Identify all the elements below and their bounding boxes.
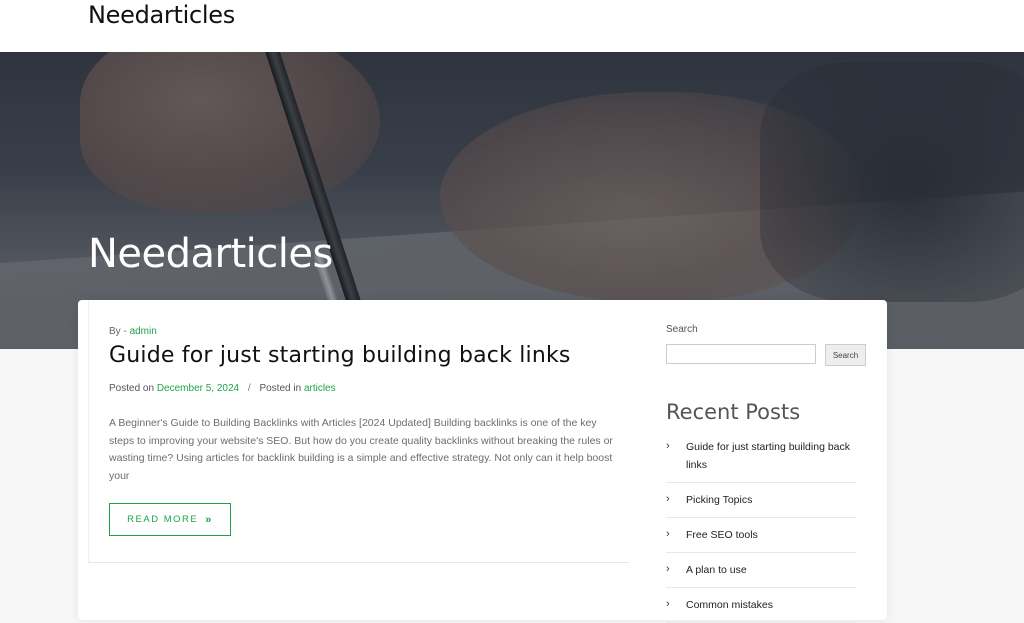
posted-on-label: Posted on bbox=[109, 383, 155, 394]
meta-separator: / bbox=[247, 383, 251, 394]
recent-post-link[interactable]: A plan to use bbox=[686, 561, 747, 579]
category-link[interactable]: articles bbox=[304, 383, 336, 394]
recent-post-link[interactable]: Guide for just starting building back li… bbox=[686, 438, 856, 474]
recent-post-link[interactable]: Picking Topics bbox=[686, 491, 752, 509]
chevron-right-icon: › bbox=[666, 598, 670, 610]
chevron-right-icon: › bbox=[666, 563, 670, 575]
post-entry: By - admin Guide for just starting build… bbox=[88, 300, 629, 563]
post-meta: Posted on December 5, 2024 / Posted in a… bbox=[109, 383, 336, 394]
recent-post-link[interactable]: Common mistakes bbox=[686, 596, 773, 614]
read-more-label: READ MORE bbox=[127, 514, 199, 525]
site-title[interactable]: Needarticles bbox=[88, 0, 235, 30]
chevron-right-icon: › bbox=[666, 528, 670, 540]
post-title[interactable]: Guide for just starting building back li… bbox=[109, 340, 571, 372]
recent-post-link[interactable]: Free SEO tools bbox=[686, 526, 758, 544]
recent-posts-heading: Recent Posts bbox=[666, 400, 801, 424]
hero-title: Needarticles bbox=[88, 231, 333, 277]
chevron-right-icon: › bbox=[666, 493, 670, 505]
post-excerpt: A Beginner's Guide to Building Backlinks… bbox=[109, 417, 613, 482]
search-label: Search bbox=[666, 324, 698, 335]
site-header: Needarticles bbox=[0, 0, 1024, 52]
recent-post-item[interactable]: › Common mistakes bbox=[666, 588, 856, 623]
posted-in-label: Posted in bbox=[259, 383, 302, 394]
post-byline: By - admin bbox=[109, 326, 157, 337]
recent-post-item[interactable]: › Picking Topics bbox=[666, 483, 856, 518]
search-button[interactable]: Search bbox=[825, 344, 866, 366]
content-card: By - admin Guide for just starting build… bbox=[78, 300, 887, 623]
recent-post-item[interactable]: › A plan to use bbox=[666, 553, 856, 588]
byline-prefix: By - bbox=[109, 326, 127, 337]
recent-post-item[interactable]: › Free SEO tools bbox=[666, 518, 856, 553]
recent-posts-list: › Guide for just starting building back … bbox=[666, 437, 856, 623]
double-chevron-right-icon: » bbox=[205, 513, 213, 526]
chevron-right-icon: › bbox=[666, 440, 670, 452]
post-date-link[interactable]: December 5, 2024 bbox=[157, 383, 239, 394]
read-more-button[interactable]: READ MORE » bbox=[109, 503, 231, 536]
recent-post-item[interactable]: › Guide for just starting building back … bbox=[666, 437, 856, 483]
author-link[interactable]: admin bbox=[130, 326, 157, 337]
search-input[interactable] bbox=[666, 344, 816, 364]
